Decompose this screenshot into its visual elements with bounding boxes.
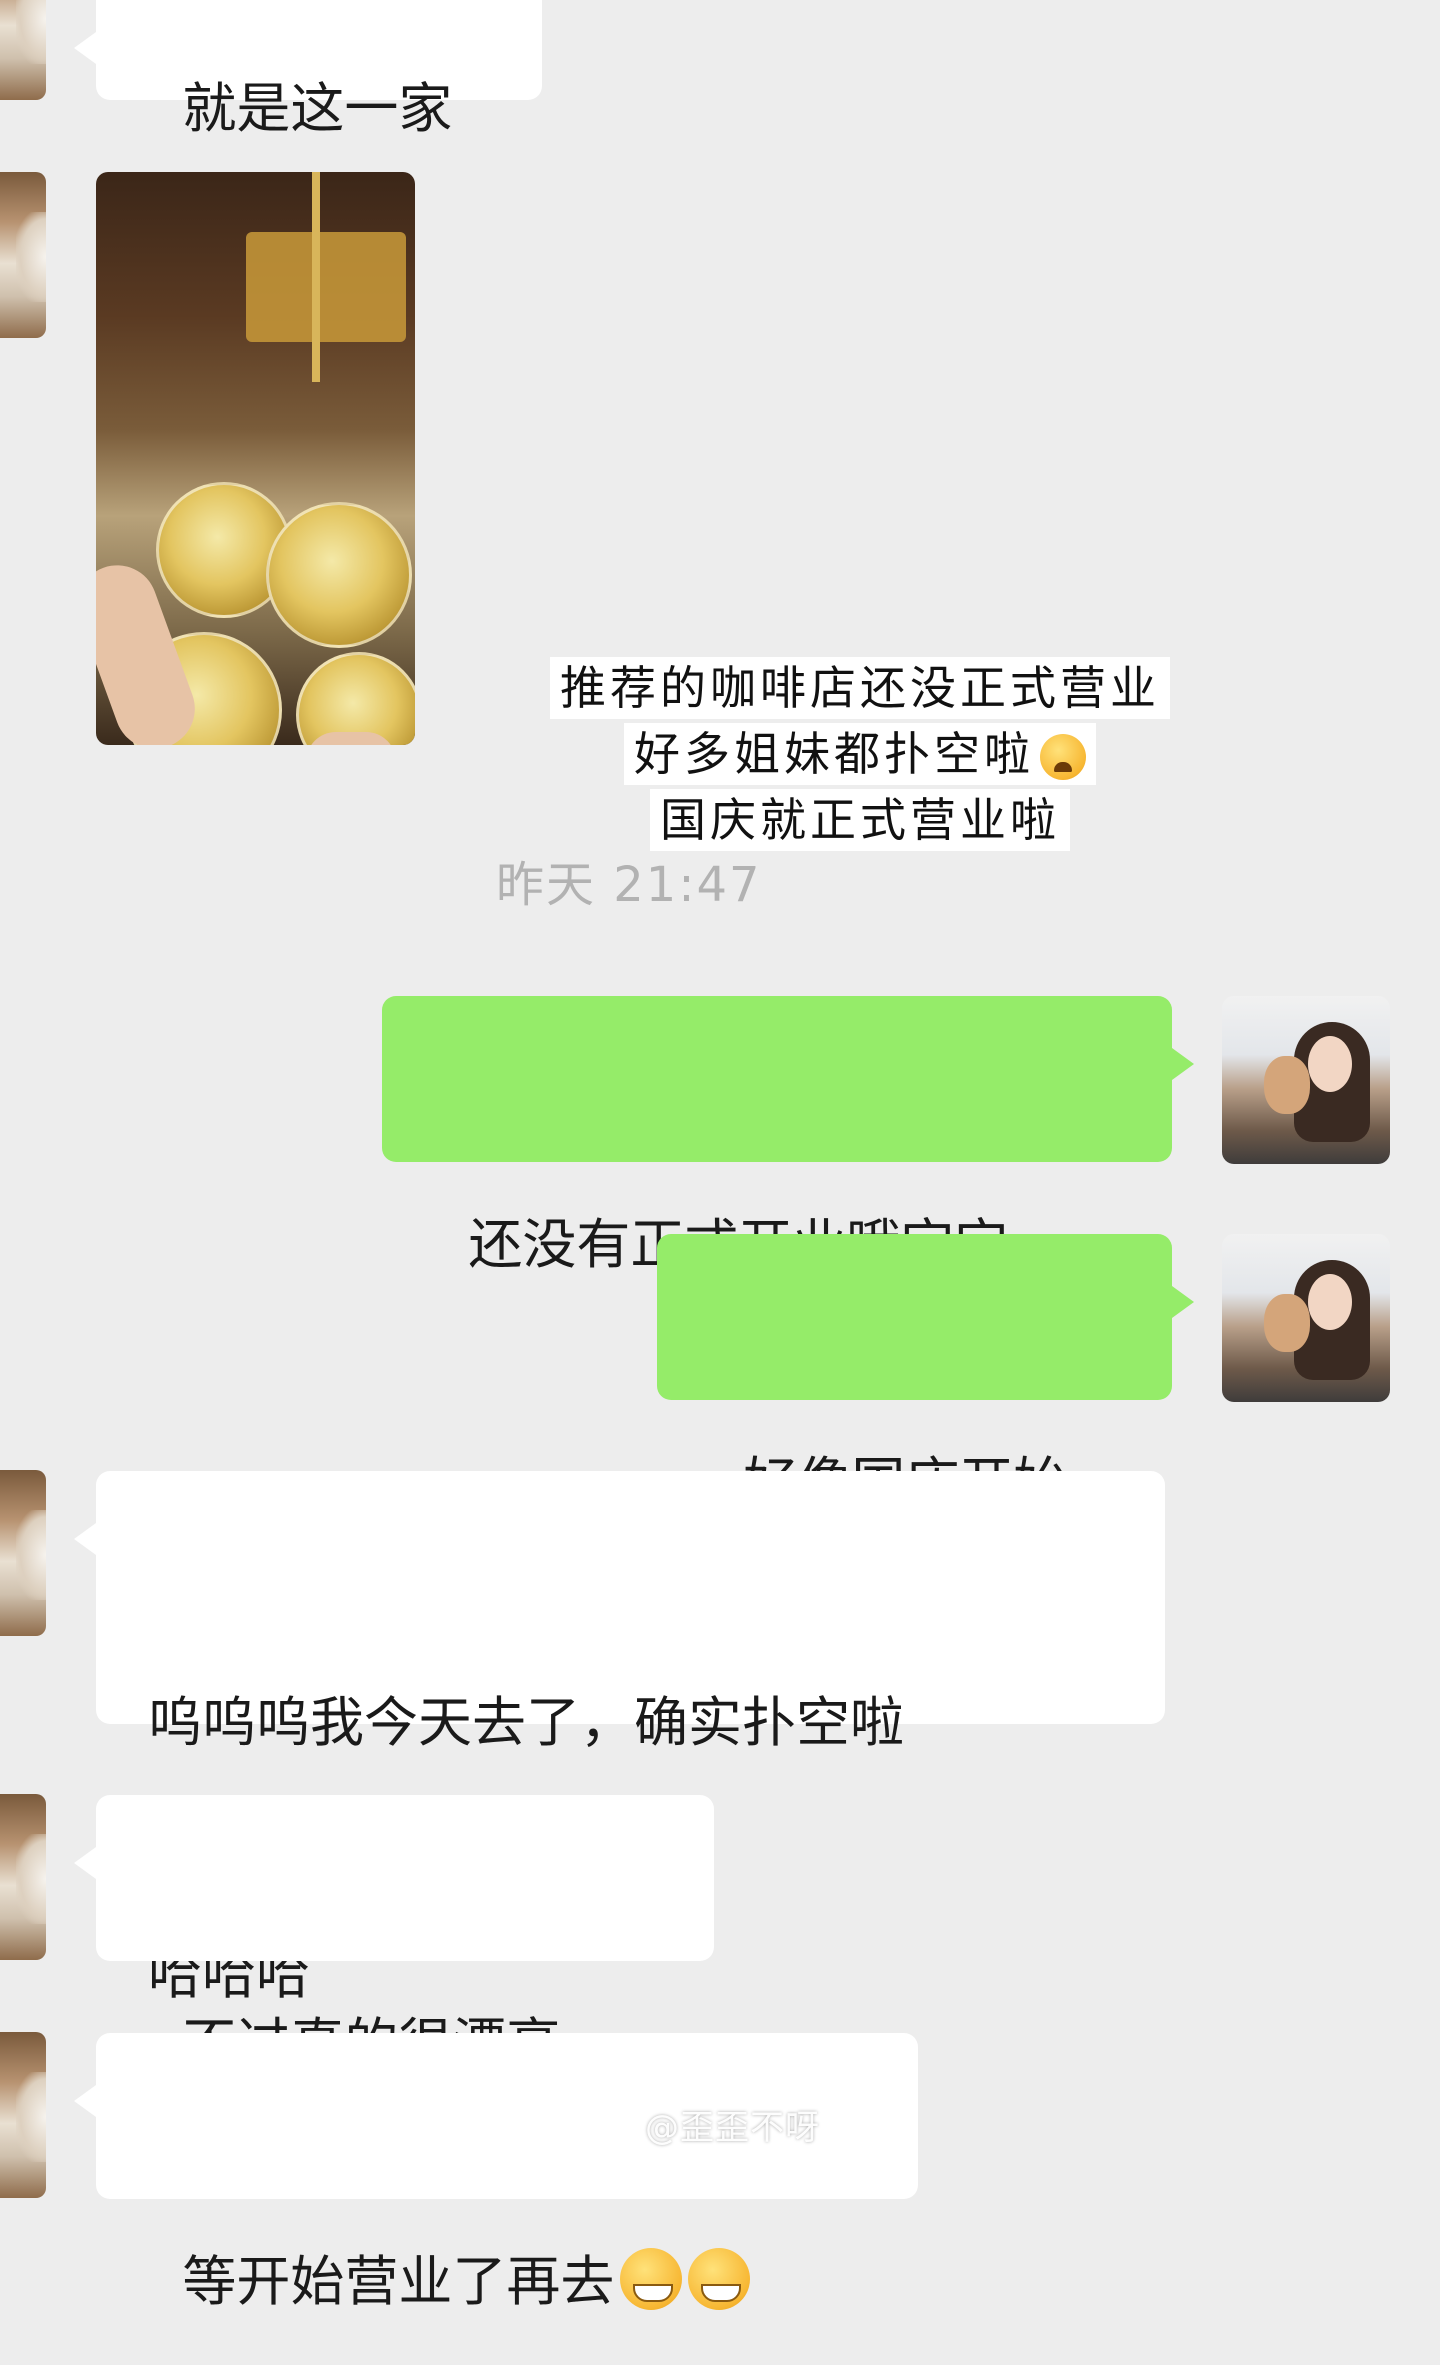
weibo-watermark: @歪歪不呀: [645, 2108, 820, 2148]
avatar-left-2[interactable]: [0, 172, 46, 338]
caption-line: 好多姐妹都扑空啦: [624, 723, 1096, 785]
image-caption-overlay: 推荐的咖啡店还没正式营业 好多姐妹都扑空啦 国庆就正式营业啦: [460, 655, 1260, 853]
message-text: 就是这一家: [182, 77, 453, 140]
outgoing-message-bubble[interactable]: 还没有正式开业哦宝宝: [382, 996, 1194, 1276]
message-text: 呜呜呜我今天去了，确实扑空啦: [148, 1691, 904, 1754]
avatar-dog: [1264, 1294, 1310, 1352]
message-timestamp: 昨天 21:47: [496, 857, 762, 913]
avatar-self[interactable]: [1222, 996, 1390, 1164]
avatar-left-3[interactable]: [0, 1470, 46, 1636]
avatar-left-1[interactable]: [0, 0, 46, 100]
photo-lamp-shade: [246, 232, 406, 342]
incoming-message-bubble[interactable]: 就是这一家: [74, 0, 542, 140]
photo-glass: [266, 502, 412, 648]
photo-lamp-stand: [312, 172, 320, 382]
avatar-left-4[interactable]: [0, 1794, 46, 1960]
message-text: 等开始营业了再去: [182, 2250, 615, 2313]
avatar-dog: [1264, 1056, 1310, 1114]
grinning-face-icon: [620, 2248, 683, 2310]
avatar-self[interactable]: [1222, 1234, 1390, 1402]
grinning-face-icon: [688, 2248, 751, 2310]
incoming-message-bubble[interactable]: 不过真的很漂亮，: [74, 1795, 714, 2075]
outgoing-message-bubble[interactable]: 好像国庆开始: [657, 1234, 1194, 1514]
avatar-left-5[interactable]: [0, 2032, 46, 2198]
avatar-face: [1308, 1036, 1352, 1092]
caption-line: 国庆就正式营业啦: [650, 789, 1070, 851]
caption-line: 推荐的咖啡店还没正式营业: [550, 657, 1170, 719]
incoming-message-bubble[interactable]: 呜呜呜我今天去了，确实扑空啦 哈哈哈: [74, 1471, 1165, 2006]
crying-face-icon: [1040, 734, 1086, 780]
avatar-face: [1308, 1274, 1352, 1330]
shared-photo-message[interactable]: [96, 172, 415, 745]
